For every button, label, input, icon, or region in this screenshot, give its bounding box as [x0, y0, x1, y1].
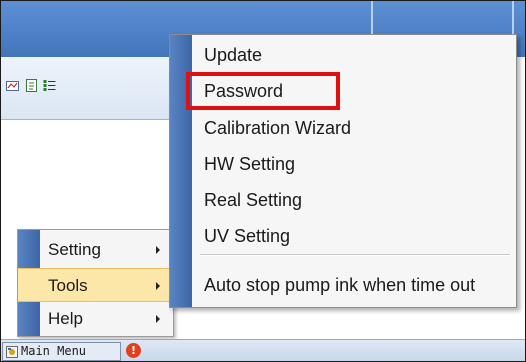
submenu-item-label: Real Setting: [204, 190, 303, 210]
chevron-right-icon: [156, 282, 160, 290]
submenu-item-label: Calibration Wizard: [204, 118, 352, 138]
menu-item-label: Help: [48, 309, 83, 328]
submenu-item-label: Update: [204, 45, 263, 65]
main-menu-popup: Setting Tools Help: [17, 229, 174, 337]
toolbar: [1, 57, 181, 120]
menu-item-tools[interactable]: Tools: [18, 268, 173, 302]
main-menu-button[interactable]: Main Menu: [2, 342, 121, 361]
menu-separator: [200, 254, 510, 256]
submenu-item-label: Auto stop pump ink when time out: [204, 275, 476, 295]
alert-icon[interactable]: [126, 343, 141, 358]
toolbar-chart-icon[interactable]: [6, 79, 19, 92]
submenu-item-hw-setting[interactable]: HW Setting: [192, 146, 516, 182]
toolbar-list-icon[interactable]: [43, 79, 56, 92]
menu-item-label: Setting: [48, 240, 101, 259]
submenu-item-update[interactable]: Update: [192, 37, 516, 73]
submenu-item-auto-stop-pump-ink[interactable]: Auto stop pump ink when time out: [192, 267, 516, 303]
chevron-right-icon: [156, 246, 160, 254]
submenu-item-calibration-wizard[interactable]: Calibration Wizard: [192, 110, 516, 146]
work-area: [1, 120, 181, 232]
submenu-item-uv-setting[interactable]: UV Setting: [192, 218, 516, 254]
status-bar: Main Menu: [1, 339, 525, 361]
password-highlight-annotation: [186, 72, 340, 110]
toolbar-document-icon[interactable]: [25, 79, 38, 92]
menu-item-setting[interactable]: Setting: [18, 233, 173, 267]
submenu-item-real-setting[interactable]: Real Setting: [192, 182, 516, 218]
chevron-right-icon: [156, 315, 160, 323]
menu-item-label: Tools: [48, 276, 88, 295]
submenu-item-label: HW Setting: [204, 154, 296, 174]
menu-item-help[interactable]: Help: [18, 302, 173, 336]
main-menu-icon: [6, 345, 18, 358]
application-window: Setting Tools Help Main Menu Update Pass…: [0, 0, 526, 362]
submenu-item-label: UV Setting: [204, 226, 291, 246]
main-menu-label: Main Menu: [21, 344, 87, 358]
